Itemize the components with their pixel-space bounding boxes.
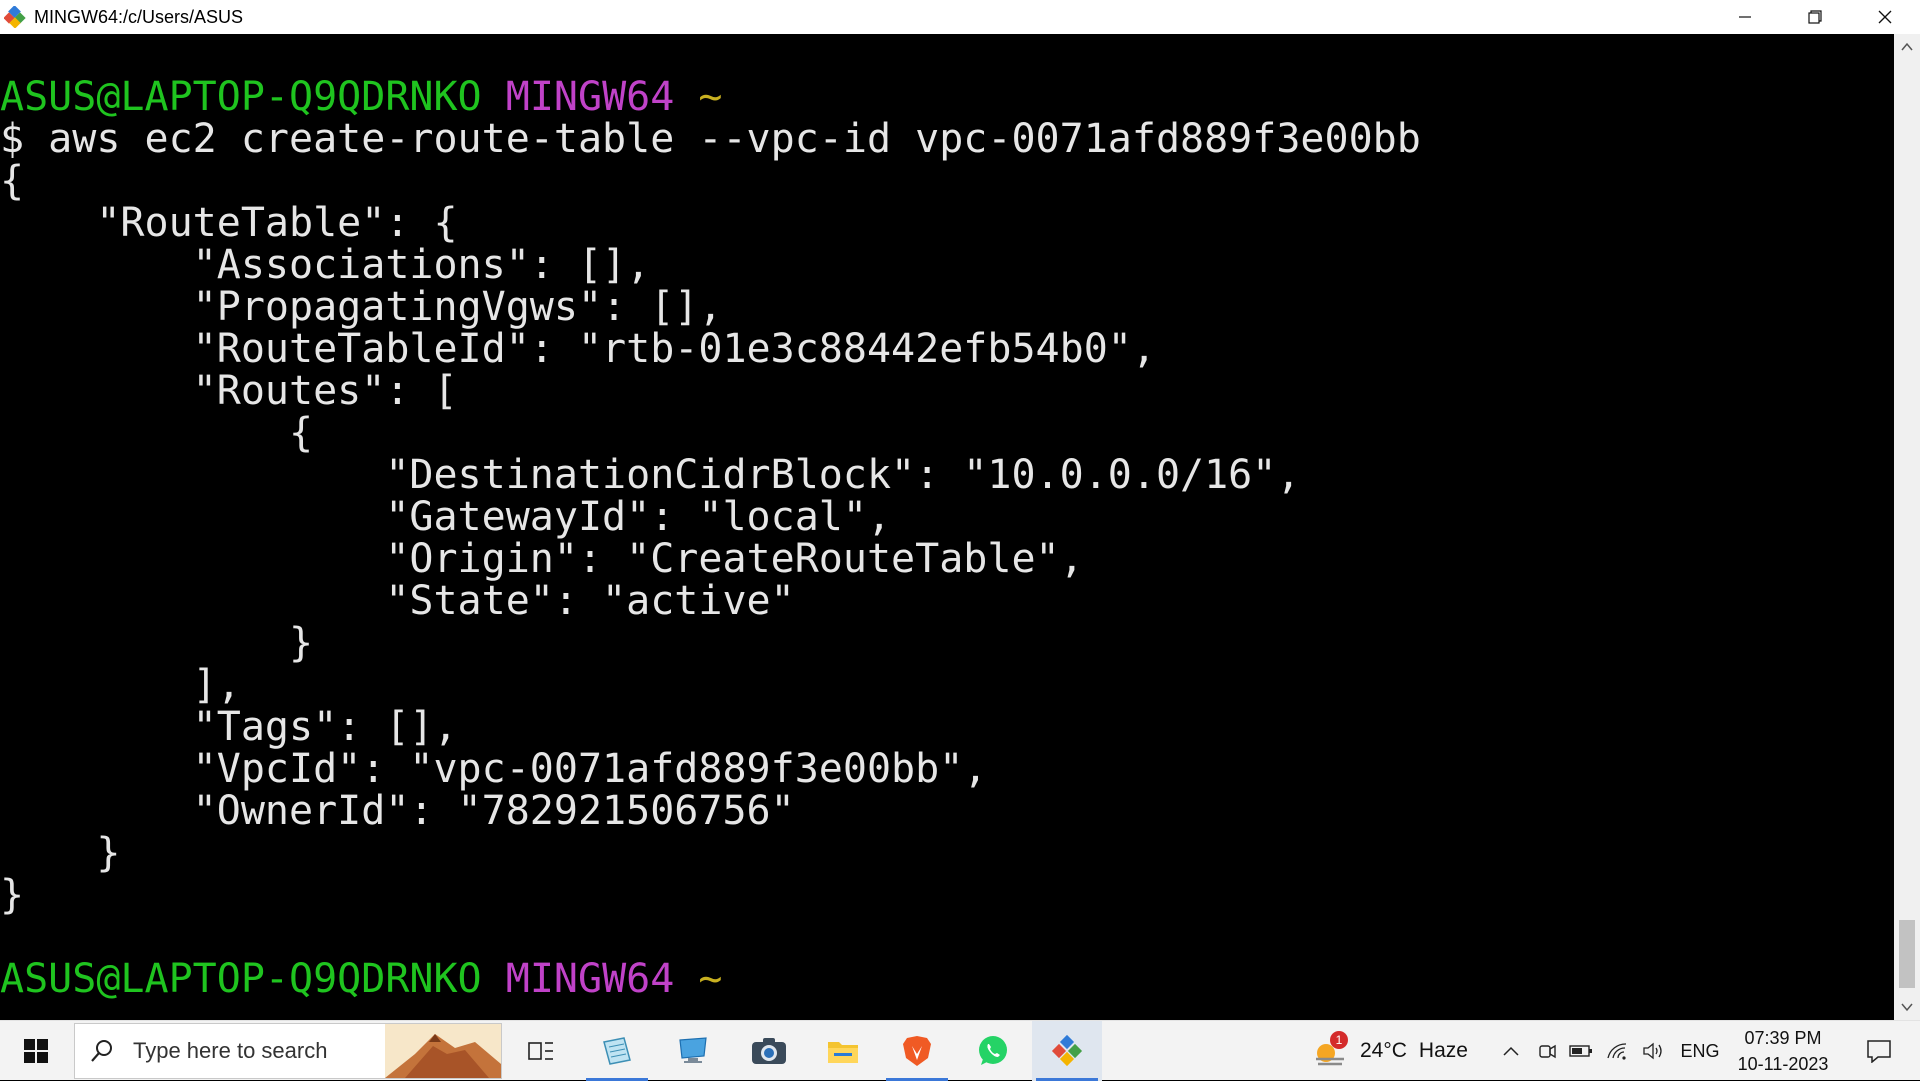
taskbar-search-box[interactable]: Type here to search [74,1023,502,1079]
taskbar-app-brave[interactable] [882,1021,952,1081]
output-line: } [0,872,25,918]
show-hidden-icons-button[interactable] [1496,1021,1526,1081]
notification-icon [1867,1040,1891,1063]
output-line: "State": "active" [0,578,795,624]
meet-now-icon [1539,1044,1556,1059]
output-line: "PropagatingVgws": [], [0,284,723,330]
git-bash-icon [1051,1034,1083,1067]
battery-button[interactable] [1566,1021,1596,1081]
chevron-up-icon [1901,42,1913,51]
taskbar-app-file-explorer[interactable] [808,1021,878,1081]
input-language: ENG [1680,1040,1720,1061]
output-line: } [0,620,314,666]
vertical-scrollbar[interactable] [1894,34,1920,1020]
close-icon [1878,10,1892,24]
close-button[interactable] [1850,0,1920,34]
restore-button[interactable] [1780,0,1850,34]
taskbar-app-this-pc[interactable] [658,1021,728,1081]
taskbar-app-git-bash[interactable] [1032,1021,1102,1081]
weather-temperature: 24°C [1360,1039,1407,1062]
taskbar-app-notepad[interactable] [582,1021,652,1081]
clock-date: 10-11-2023 [1737,1054,1829,1074]
output-line: "Origin": "CreateRouteTable", [0,536,1084,582]
taskbar-app-whatsapp[interactable] [958,1021,1028,1081]
search-highlight-image [385,1024,501,1078]
task-view-button[interactable] [506,1021,576,1081]
battery-icon [1569,1045,1592,1057]
output-line: { [0,158,25,204]
volume-button[interactable] [1638,1021,1668,1081]
terminal-output-area[interactable]: ASUS@LAPTOP-Q9QDRNKO MINGW64 ~ $ aws ec2… [0,34,1894,1020]
whatsapp-icon [979,1036,1007,1065]
volume-icon [1643,1042,1662,1060]
prompt-line: ASUS@LAPTOP-Q9QDRNKO MINGW64 ~ [0,76,723,118]
start-button[interactable] [10,1021,62,1081]
scroll-up-button[interactable] [1894,34,1920,60]
output-line: "VpcId": "vpc-0071afd889f3e00bb", [0,746,988,792]
prompt-shell: MINGW64 [505,956,675,1002]
output-line: "Associations": [], [0,242,651,288]
scroll-down-button[interactable] [1894,994,1920,1020]
meet-now-button[interactable] [1532,1021,1562,1081]
this-pc-icon [679,1037,707,1063]
output-line: "GatewayId": "local", [0,494,892,540]
prompt-shell: MINGW64 [505,74,675,120]
prompt-path: ~ [698,74,723,120]
minimize-icon [1739,16,1751,18]
brave-browser-icon [903,1036,931,1066]
output-line: "OwnerId": "782921506756" [0,788,795,834]
minimize-button[interactable] [1710,0,1780,34]
search-icon [89,1038,129,1064]
chevron-down-icon [1901,1003,1913,1012]
windows-logo-icon [24,1039,48,1063]
notification-center-button[interactable] [1848,1021,1910,1081]
output-line: "Routes": [ [0,368,458,414]
weather-condition: Haze [1418,1039,1468,1062]
output-line: "RouteTable": { [0,200,458,246]
git-bash-icon [2,4,28,30]
taskbar-app-camera[interactable] [734,1021,804,1081]
chevron-up-icon [1503,1046,1519,1056]
output-line: "DestinationCidrBlock": "10.0.0.0/16", [0,452,1301,498]
search-placeholder: Type here to search [133,1038,328,1063]
restore-icon [1808,10,1822,24]
output-line: "Tags": [], [0,704,458,750]
output-line: } [0,830,121,876]
network-button[interactable] [1602,1021,1632,1081]
weather-haze-icon: 1 [1310,1031,1350,1071]
camera-icon [752,1038,786,1064]
task-view-icon [528,1042,553,1060]
output-line: { [0,410,314,456]
taskbar: Type here to search 1 24°C Haze ENG 07:3… [0,1020,1920,1081]
output-line: "RouteTableId": "rtb-01e3c88442efb54b0", [0,326,1156,372]
prompt-line: ASUS@LAPTOP-Q9QDRNKO MINGW64 ~ [0,958,723,1000]
weather-badge: 1 [1330,1031,1348,1049]
weather-widget[interactable]: 1 24°C Haze [1310,1021,1468,1081]
command-line: $ aws ec2 create-route-table --vpc-id vp… [0,116,1421,162]
notepad-icon [603,1037,631,1065]
output-line: ], [0,662,241,708]
file-explorer-icon [828,1042,858,1063]
prompt-path: ~ [698,956,723,1002]
window-title: MINGW64:/c/Users/ASUS [34,6,244,27]
input-language-button[interactable]: ENG [1676,1021,1724,1081]
prompt-user-host: ASUS@LAPTOP-Q9QDRNKO [0,74,482,120]
clock-time: 07:39 PM [1744,1028,1822,1048]
window-title-bar: MINGW64:/c/Users/ASUS [0,0,1920,34]
prompt-user-host: ASUS@LAPTOP-Q9QDRNKO [0,956,482,1002]
taskbar-clock[interactable]: 07:39 PM 10-11-2023 [1730,1025,1836,1077]
wifi-icon [1607,1043,1627,1060]
scrollbar-thumb[interactable] [1899,920,1915,988]
